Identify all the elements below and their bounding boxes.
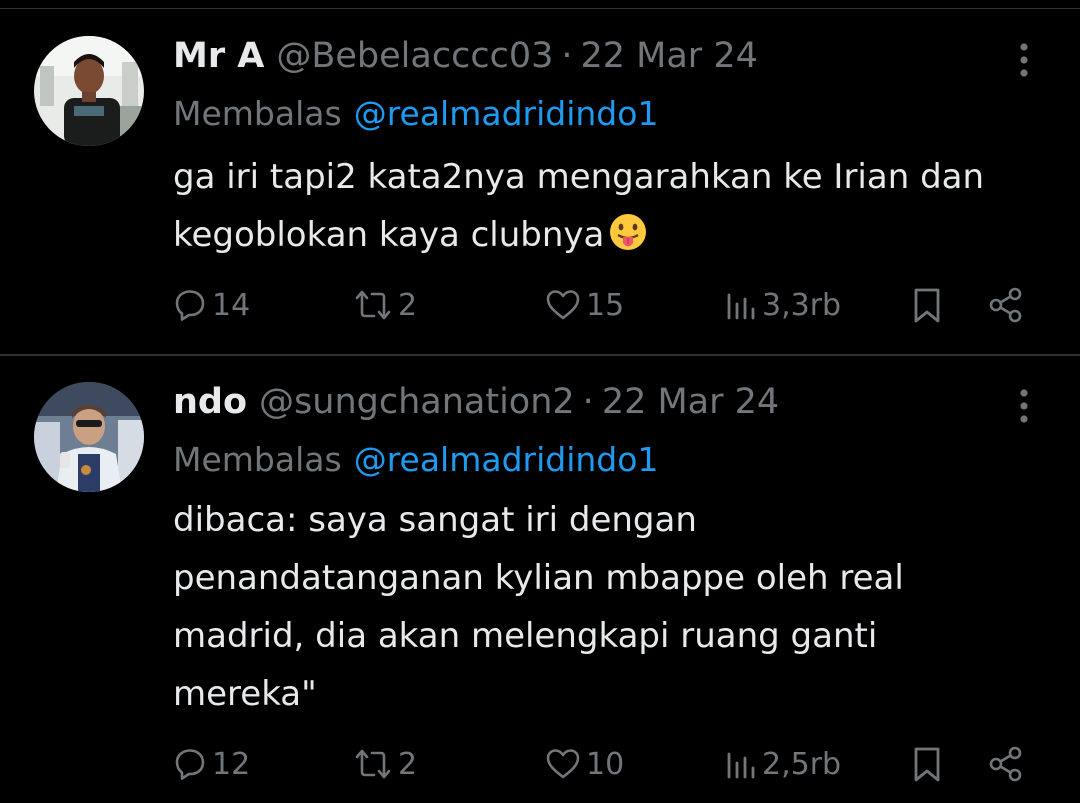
share-icon xyxy=(986,744,1026,784)
replying-to: Membalas @realmadridindo1 xyxy=(173,90,658,138)
tweet-text-line: madrid, dia akan melengkapi ruang ganti xyxy=(173,616,878,656)
repost-count: 2 xyxy=(398,287,418,323)
repost-icon xyxy=(352,746,394,782)
tweet-date[interactable]: 22 Mar 24 xyxy=(602,378,779,426)
user-handle[interactable]: @sungchanation2 xyxy=(259,378,575,426)
repost-count: 2 xyxy=(398,746,418,782)
tweet-text-line: dibaca: saya sangat iri dengan xyxy=(173,500,697,540)
tweet-header: Mr A @Bebelacccc03 · 22 Mar 24 xyxy=(173,32,758,80)
bookmark-icon xyxy=(910,744,944,784)
replying-to-label: Membalas xyxy=(173,94,342,133)
views-chart-icon xyxy=(724,746,758,782)
replying-to-handle[interactable]: @realmadridindo1 xyxy=(354,440,659,479)
tweet-text-line: ga iri tapi2 kata2nya mengarahkan ke Iri… xyxy=(173,157,985,197)
user-handle[interactable]: @Bebelacccc03 xyxy=(276,32,553,80)
display-name[interactable]: Mr A xyxy=(173,32,264,80)
bookmark-button[interactable] xyxy=(910,739,944,789)
avatar[interactable] xyxy=(34,382,144,492)
tweet-text-line: kegoblokan kaya clubnya xyxy=(173,215,605,255)
reply-icon xyxy=(172,287,208,323)
like-button[interactable]: 10 xyxy=(544,739,624,789)
tweet-text-line-with-emoji: kegoblokan kaya clubnya xyxy=(173,206,1053,264)
repost-button[interactable]: 2 xyxy=(352,739,417,789)
repost-icon xyxy=(352,287,394,323)
reply-tweet[interactable]: ndo @sungchanation2 · 22 Mar 24 Membalas… xyxy=(0,356,1080,803)
replying-to-handle[interactable]: @realmadridindo1 xyxy=(354,94,659,133)
repost-button[interactable]: 2 xyxy=(352,280,417,330)
reply-button[interactable]: 12 xyxy=(172,739,250,789)
reply-icon xyxy=(172,746,208,782)
views-chart-icon xyxy=(724,287,758,323)
replying-to: Membalas @realmadridindo1 xyxy=(173,436,658,484)
more-options-icon[interactable] xyxy=(1012,40,1036,80)
more-options-icon[interactable] xyxy=(1012,386,1036,426)
share-icon xyxy=(986,285,1026,325)
like-button[interactable]: 15 xyxy=(544,280,624,330)
tweet-text-line: mereka" xyxy=(173,674,317,714)
bookmark-icon xyxy=(910,285,944,325)
tweet-text: ga iri tapi2 kata2nya mengarahkan ke Iri… xyxy=(173,148,1053,264)
views-count: 3,3rb xyxy=(762,287,842,323)
like-count: 10 xyxy=(586,746,625,782)
avatar[interactable] xyxy=(34,36,144,146)
share-button[interactable] xyxy=(986,739,1026,789)
views-button[interactable]: 2,5rb xyxy=(724,739,841,789)
reply-button[interactable]: 14 xyxy=(172,280,250,330)
reply-count: 14 xyxy=(212,287,251,323)
heart-icon xyxy=(544,287,582,323)
reply-count: 12 xyxy=(212,746,251,782)
views-count: 2,5rb xyxy=(762,746,842,782)
share-button[interactable] xyxy=(986,280,1026,330)
like-count: 15 xyxy=(586,287,625,323)
heart-icon xyxy=(544,746,582,782)
action-bar: 12 2 10 2,5rb xyxy=(172,739,1032,789)
separator-dot: · xyxy=(561,36,573,76)
separator-dot: · xyxy=(582,382,594,422)
tweet-text-line: penandatanganan kylian mbappe oleh real xyxy=(173,558,904,598)
tweet-text: dibaca: saya sangat iri dengan penandata… xyxy=(173,491,1053,723)
tweet-header: ndo @sungchanation2 · 22 Mar 24 xyxy=(173,378,779,426)
display-name[interactable]: ndo xyxy=(173,378,247,426)
views-button[interactable]: 3,3rb xyxy=(724,280,841,330)
replying-to-label: Membalas xyxy=(173,440,342,479)
reply-tweet[interactable]: Mr A @Bebelacccc03 · 22 Mar 24 Membalas @… xyxy=(0,8,1080,356)
bookmark-button[interactable] xyxy=(910,280,944,330)
action-bar: 14 2 15 3,3rb xyxy=(172,280,1032,330)
tweet-date[interactable]: 22 Mar 24 xyxy=(581,32,758,80)
face-with-tongue-emoji xyxy=(608,212,648,252)
